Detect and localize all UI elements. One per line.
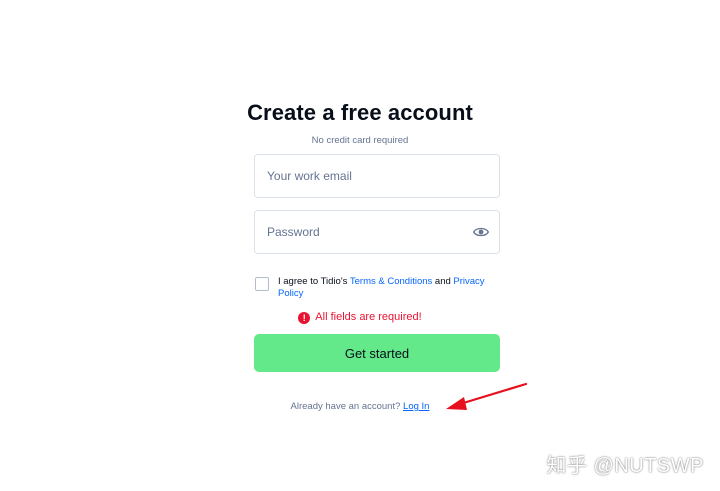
login-prompt-text: Already have an account? — [290, 401, 404, 412]
terms-checkbox[interactable] — [255, 277, 269, 291]
signup-page: Create a free account No credit card req… — [0, 0, 720, 491]
page-title: Create a free account — [247, 100, 473, 125]
email-input[interactable] — [255, 155, 467, 197]
eye-icon[interactable] — [473, 225, 489, 239]
password-field-container — [254, 210, 500, 254]
watermark: 知乎 @NUTSWP — [546, 455, 704, 477]
login-link[interactable]: Log In — [403, 401, 429, 412]
password-input[interactable] — [255, 211, 467, 253]
terms-label: I agree to Tidio's Terms & Conditions an… — [278, 276, 493, 300]
terms-prefix: I agree to Tidio's — [278, 276, 350, 287]
red-arrow-annotation — [446, 382, 528, 410]
get-started-button[interactable]: Get started — [254, 334, 500, 372]
error-text: All fields are required! — [315, 311, 422, 323]
email-field-container — [254, 154, 500, 198]
page-subtitle: No credit card required — [311, 135, 409, 146]
terms-middle: and — [432, 276, 454, 287]
terms-link[interactable]: Terms & Conditions — [350, 276, 432, 287]
login-prompt: Already have an account? Log In — [0, 401, 720, 412]
error-icon: ! — [298, 312, 311, 324]
error-message: ! All fields are required! — [0, 311, 720, 324]
